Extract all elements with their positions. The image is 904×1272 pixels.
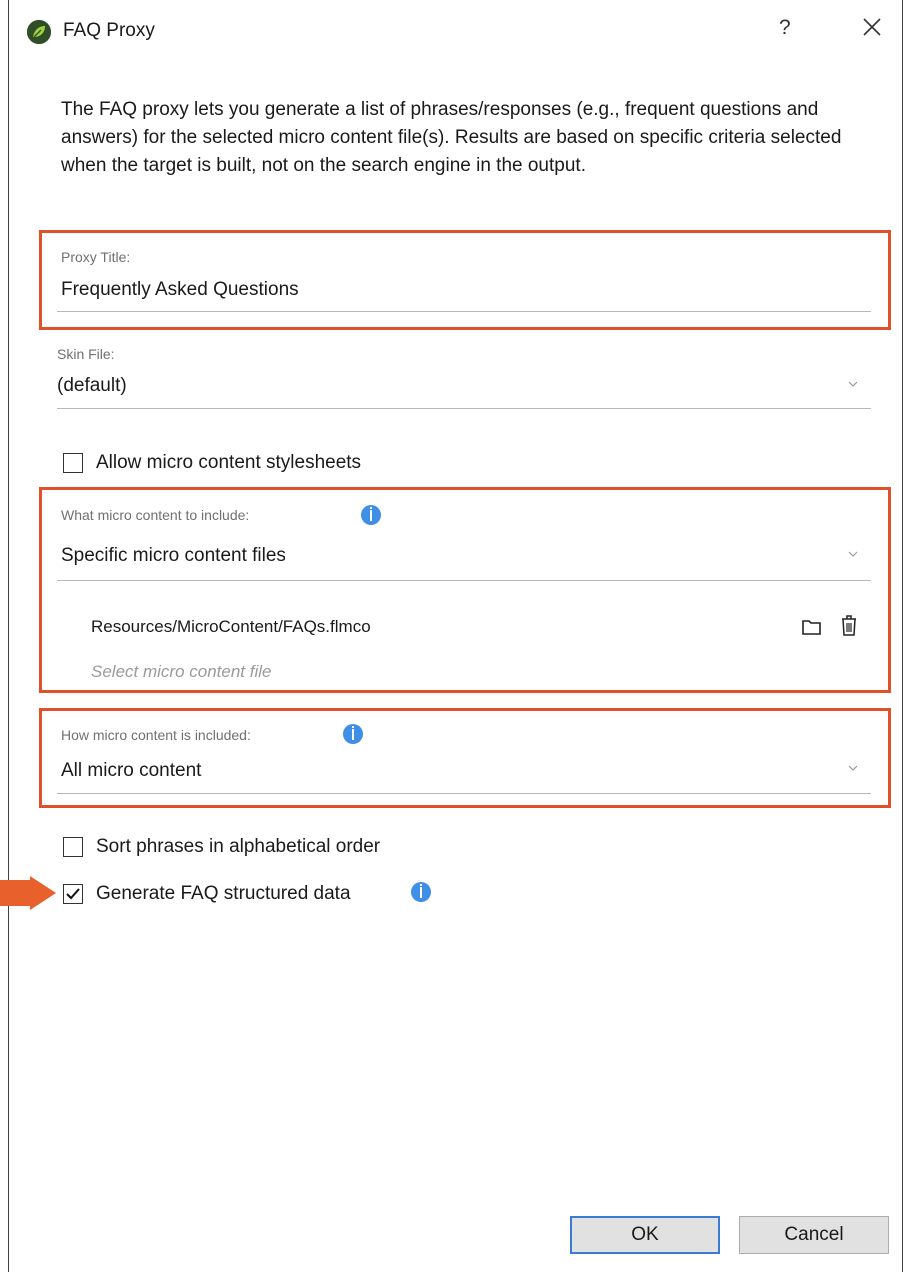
allow-stylesheets-checkbox[interactable] [63,453,83,473]
micro-content-file-item[interactable]: Resources/MicroContent/FAQs.flmco [91,617,371,637]
pointer-arrow-icon [0,876,56,910]
app-leaf-icon [27,20,51,44]
what-include-chevron-down-icon[interactable] [847,550,859,558]
skin-file-chevron-down-icon[interactable] [847,380,859,388]
proxy-title-input[interactable]: Frequently Asked Questions [61,279,299,301]
cancel-button[interactable]: Cancel [739,1216,889,1254]
ok-button[interactable]: OK [570,1216,720,1254]
how-include-underline [57,793,871,794]
sort-phrases-checkbox[interactable] [63,837,83,857]
how-include-chevron-down-icon[interactable] [847,764,859,772]
description-text: The FAQ proxy lets you generate a list o… [61,99,842,176]
proxy-title-underline [57,311,871,312]
close-icon[interactable] [861,16,885,40]
how-include-label: How micro content is included: [61,727,251,743]
allow-stylesheets-label: Allow micro content stylesheets [96,452,362,473]
folder-icon[interactable] [801,617,823,637]
skin-file-underline [57,408,871,409]
help-button[interactable]: ? [779,16,791,40]
generate-faq-label: Generate FAQ structured data [96,883,351,904]
window-title: FAQ Proxy [63,20,155,41]
sort-phrases-label: Sort phrases in alphabetical order [96,836,381,857]
proxy-title-label: Proxy Title: [61,249,131,265]
select-file-placeholder[interactable]: Select micro content file [91,662,271,682]
what-include-label: What micro content to include: [61,507,250,523]
what-include-select[interactable]: Specific micro content files [61,545,286,567]
checkmark-icon [66,888,80,900]
trash-icon[interactable] [839,614,859,638]
how-include-select[interactable]: All micro content [61,760,201,782]
info-icon[interactable] [411,882,431,902]
title-bar: FAQ Proxy ? [9,0,902,64]
faq-proxy-dialog: FAQ Proxy ? The FAQ proxy lets you gener… [8,0,903,1272]
info-icon[interactable] [343,724,363,744]
generate-faq-checkbox[interactable] [63,884,83,904]
skin-file-select[interactable]: (default) [57,375,127,397]
info-icon[interactable] [361,505,381,525]
skin-file-label: Skin File: [57,346,115,362]
what-include-underline [57,580,871,581]
